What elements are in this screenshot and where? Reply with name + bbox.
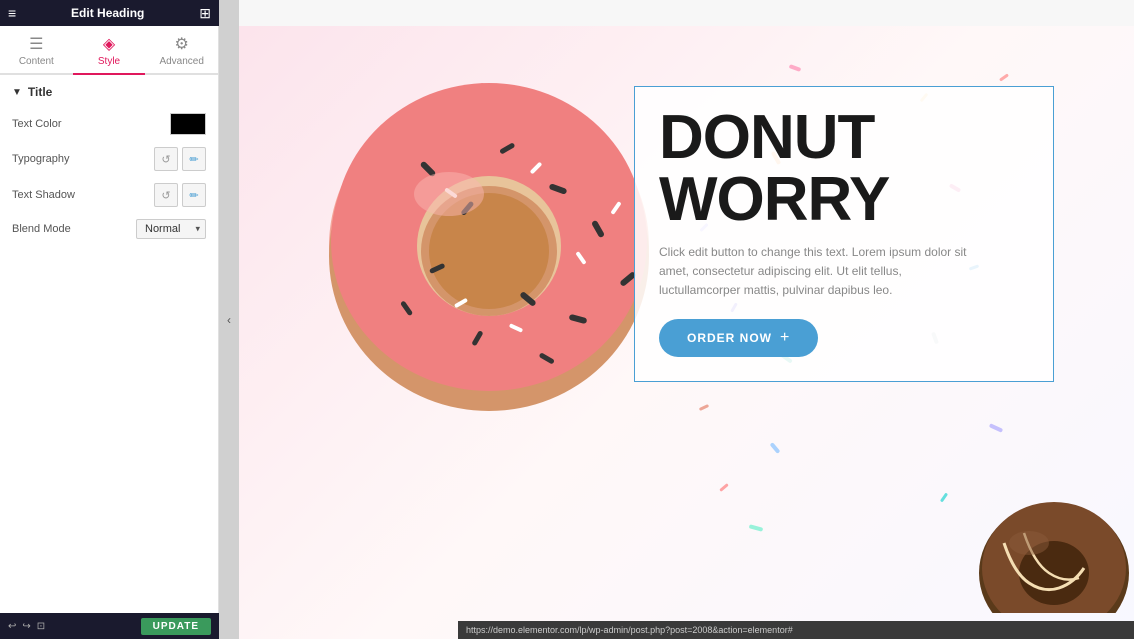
- section-title-label: Title: [28, 85, 52, 99]
- sprinkle-decoration: [699, 404, 709, 411]
- grid-icon[interactable]: ⊞: [199, 5, 211, 22]
- sprinkle-decoration: [999, 73, 1009, 81]
- title-section-header[interactable]: ▼ Title: [12, 85, 206, 99]
- advanced-tab-label: Advanced: [159, 56, 203, 67]
- tabs-bar: ☰ Content ◈ Style ⚙ Advanced: [0, 26, 218, 75]
- sprinkle-decoration: [789, 64, 802, 72]
- advanced-tab-icon: ⚙: [175, 34, 189, 54]
- url-bar: https://demo.elementor.com/lp/wp-admin/p…: [458, 621, 1134, 639]
- sprinkle-decoration: [989, 423, 1003, 433]
- heading: DONUT WORRY: [659, 107, 1029, 231]
- tab-style[interactable]: ◈ Style: [73, 26, 146, 75]
- panel-content: ▼ Title Text Color Typography ↺ ✏ Text S…: [0, 75, 218, 639]
- heading-line2: WORRY: [659, 169, 1029, 231]
- collapse-arrow-icon: ‹: [227, 313, 231, 327]
- redo-icon[interactable]: ↪: [22, 621, 30, 632]
- hamburger-icon[interactable]: ≡: [8, 5, 16, 21]
- blend-mode-row: Blend Mode Normal Multiply Screen Overla…: [12, 219, 206, 239]
- blend-mode-select-wrapper: Normal Multiply Screen Overlay Darken Li…: [136, 219, 206, 239]
- section-collapse-arrow: ▼: [12, 87, 22, 98]
- main-canvas: DONUT WORRY Click edit button to change …: [239, 0, 1134, 639]
- order-now-button[interactable]: ORDER NOW +: [659, 319, 818, 357]
- top-bar: ≡ Edit Heading ⊞: [0, 0, 219, 26]
- bottom-bar-left: ↩ ↪ ⊡: [8, 621, 45, 632]
- sprinkle-decoration: [749, 524, 764, 531]
- tab-advanced[interactable]: ⚙ Advanced: [145, 26, 218, 73]
- tab-content[interactable]: ☰ Content: [0, 26, 73, 73]
- typography-refresh-btn[interactable]: ↺: [154, 147, 178, 171]
- body-text: Click edit button to change this text. L…: [659, 243, 979, 301]
- typography-edit-btn[interactable]: ✏: [182, 147, 206, 171]
- donut-image: [299, 46, 679, 446]
- responsive-icon[interactable]: ⊡: [37, 621, 45, 632]
- content-tab-icon: ☰: [29, 34, 43, 54]
- bottom-bar: ↩ ↪ ⊡ UPDATE: [0, 613, 219, 639]
- text-shadow-refresh-btn[interactable]: ↺: [154, 183, 178, 207]
- url-text: https://demo.elementor.com/lp/wp-admin/p…: [466, 625, 793, 635]
- text-shadow-controls: ↺ ✏: [154, 183, 206, 207]
- heading-line1: DONUT: [659, 107, 1029, 169]
- text-shadow-edit-btn[interactable]: ✏: [182, 183, 206, 207]
- update-button[interactable]: UPDATE: [141, 618, 211, 635]
- text-color-swatch[interactable]: [170, 113, 206, 135]
- blend-mode-select[interactable]: Normal Multiply Screen Overlay Darken Li…: [136, 219, 206, 239]
- text-shadow-row: Text Shadow ↺ ✏: [12, 183, 206, 207]
- typography-label: Typography: [12, 153, 69, 165]
- style-tab-label: Style: [98, 56, 120, 67]
- sprinkle-decoration: [940, 493, 948, 503]
- style-tab-icon: ◈: [103, 34, 115, 54]
- plus-icon: +: [780, 329, 790, 347]
- text-shadow-label: Text Shadow: [12, 189, 75, 201]
- typography-controls: ↺ ✏: [154, 147, 206, 171]
- content-box: DONUT WORRY Click edit button to change …: [634, 86, 1054, 382]
- sidebar-collapse-btn[interactable]: ‹: [219, 0, 239, 639]
- sprinkle-decoration: [719, 483, 729, 492]
- text-color-row: Text Color: [12, 113, 206, 135]
- blend-mode-label: Blend Mode: [12, 223, 71, 235]
- content-tab-label: Content: [19, 56, 54, 67]
- sprinkle-decoration: [770, 442, 781, 454]
- history-icon[interactable]: ↩: [8, 621, 16, 632]
- sidebar: ≡ Edit Heading ⊞ ☰ Content ◈ Style ⚙ Adv…: [0, 0, 219, 639]
- canvas-background: DONUT WORRY Click edit button to change …: [239, 26, 1134, 639]
- text-color-label: Text Color: [12, 118, 62, 130]
- typography-row: Typography ↺ ✏: [12, 147, 206, 171]
- panel-title: Edit Heading: [71, 6, 144, 20]
- order-now-label: ORDER NOW: [687, 331, 772, 345]
- bottom-donut-image: [974, 493, 1134, 613]
- bottom-icons: ↩ ↪ ⊡: [8, 621, 45, 632]
